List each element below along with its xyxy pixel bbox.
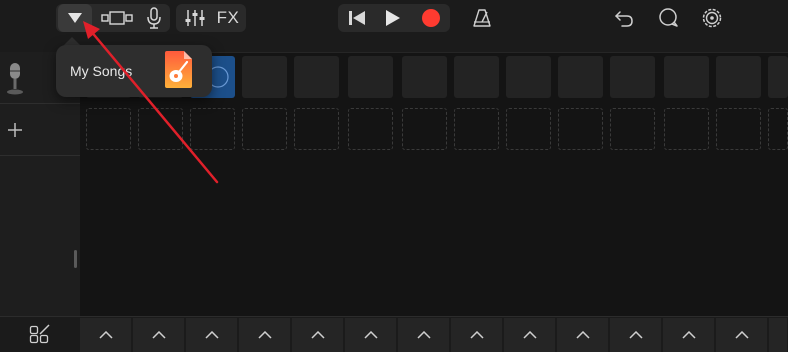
mix-controls-group: FX — [176, 4, 246, 32]
column-resize-handle[interactable] — [74, 250, 77, 268]
microphone-button[interactable] — [140, 4, 168, 32]
transport-group — [338, 4, 450, 32]
grid-cell-empty[interactable] — [86, 108, 131, 150]
view-controls-group — [56, 4, 170, 32]
chevron-up-icon — [628, 331, 643, 339]
chevron-up-icon — [98, 331, 113, 339]
chevron-up-icon — [416, 331, 431, 339]
metronome-button[interactable] — [468, 4, 496, 32]
fx-button[interactable]: FX — [212, 4, 244, 32]
edit-grid-button[interactable] — [0, 317, 80, 352]
my-songs-dropdown-button[interactable] — [58, 4, 92, 32]
grid-cell[interactable] — [664, 56, 709, 98]
my-songs-label: My Songs — [70, 63, 133, 79]
grid-cell-empty[interactable] — [454, 108, 499, 150]
grid-cell-empty[interactable] — [716, 108, 761, 150]
chevron-up-icon — [469, 331, 484, 339]
chevron-up-icon — [681, 331, 696, 339]
loop-browser-button[interactable] — [654, 4, 682, 32]
sliders-icon — [185, 10, 205, 26]
grid-cell-empty[interactable] — [558, 108, 603, 150]
metronome-icon — [473, 9, 491, 27]
grid-cell[interactable] — [768, 56, 788, 98]
my-songs-popup[interactable]: My Songs — [56, 45, 212, 97]
column-trigger-button[interactable] — [504, 318, 556, 352]
column-trigger-button[interactable] — [610, 318, 662, 352]
settings-button[interactable] — [698, 4, 726, 32]
record-icon — [422, 9, 440, 27]
chevron-up-icon — [151, 331, 166, 339]
grid-cell-empty[interactable] — [610, 108, 655, 150]
grid-cell-empty[interactable] — [664, 108, 709, 150]
record-button[interactable] — [414, 4, 448, 32]
grid-edit-icon — [29, 324, 50, 344]
column-trigger-button[interactable] — [80, 318, 132, 352]
tracks-view-icon — [101, 11, 133, 25]
column-trigger-button[interactable] — [239, 318, 291, 352]
loop-icon — [659, 8, 678, 27]
column-trigger-button[interactable] — [292, 318, 344, 352]
column-trigger-button[interactable] — [345, 318, 397, 352]
plus-icon — [8, 122, 22, 137]
microphone-icon — [7, 62, 23, 94]
column-trigger-button[interactable] — [398, 318, 450, 352]
chevron-up-icon — [310, 331, 325, 339]
grid-cell[interactable] — [454, 56, 499, 98]
undo-button[interactable] — [610, 4, 638, 32]
mixer-controls-button[interactable] — [180, 4, 210, 32]
grid-cell-empty[interactable] — [294, 108, 339, 150]
chevron-up-icon — [257, 331, 272, 339]
grid-cell-empty[interactable] — [242, 108, 287, 150]
grid-cell[interactable] — [242, 56, 287, 98]
grid-cell-empty[interactable] — [768, 108, 788, 150]
column-trigger-button[interactable] — [716, 318, 768, 352]
grid-cell[interactable] — [716, 56, 761, 98]
grid-cell[interactable] — [402, 56, 447, 98]
grid-cell[interactable] — [348, 56, 393, 98]
grid-cell[interactable] — [610, 56, 655, 98]
microphone-icon — [147, 7, 161, 29]
skip-back-icon — [349, 11, 365, 25]
grid-cell-empty[interactable] — [402, 108, 447, 150]
column-trigger-bar — [0, 316, 788, 352]
chevron-up-icon — [363, 331, 378, 339]
column-trigger-button[interactable] — [663, 318, 715, 352]
column-trigger-button[interactable] — [186, 318, 238, 352]
play-icon — [386, 10, 400, 26]
chevron-up-icon — [734, 331, 749, 339]
column-trigger-button[interactable] — [451, 318, 503, 352]
chevron-up-icon — [522, 331, 537, 339]
go-to-beginning-button[interactable] — [340, 4, 374, 32]
grid-cell[interactable] — [294, 56, 339, 98]
grid-cell[interactable] — [506, 56, 551, 98]
column-trigger-button[interactable] — [133, 318, 185, 352]
fx-label: FX — [216, 8, 240, 27]
column-trigger-button[interactable] — [557, 318, 609, 352]
grid-cell-empty[interactable] — [506, 108, 551, 150]
undo-icon — [615, 11, 633, 27]
grid-cell-empty[interactable] — [138, 108, 183, 150]
triangle-down-icon — [68, 13, 82, 23]
column-trigger-button[interactable] — [769, 318, 788, 352]
tracks-view-button[interactable] — [98, 4, 136, 32]
add-track-button[interactable] — [0, 104, 80, 156]
grid-cell[interactable] — [558, 56, 603, 98]
chevron-up-icon — [575, 331, 590, 339]
chevron-up-icon — [204, 331, 219, 339]
grid-cell-empty[interactable] — [190, 108, 235, 150]
grid-cell-empty[interactable] — [348, 108, 393, 150]
play-button[interactable] — [376, 4, 410, 32]
garageband-app-icon — [165, 51, 192, 88]
toolbar: FX — [0, 0, 788, 40]
gear-icon — [702, 8, 722, 28]
